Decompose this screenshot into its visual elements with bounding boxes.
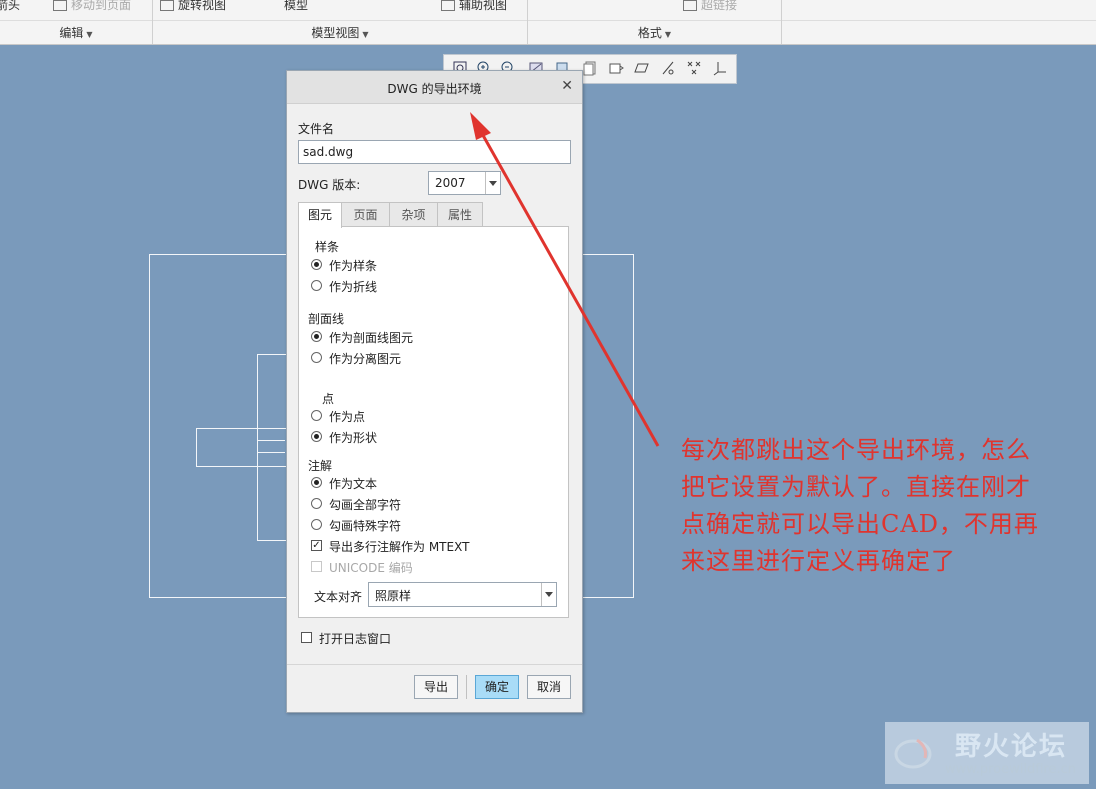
annotation-text: 每次都跳出这个导出环境，怎么 把它设置为默认了。直接在刚才 点确定就可以导出CA… (681, 432, 1096, 580)
checkmark-icon: ✓ (312, 540, 321, 551)
tab-properties[interactable]: 属性 (437, 202, 483, 227)
group-edit[interactable]: 编辑 ▼ (0, 21, 152, 45)
sheet-icon[interactable] (582, 60, 598, 76)
hyperlink-icon (683, 0, 697, 11)
chevron-down-icon: ▼ (362, 30, 369, 39)
spline-as-spline-label[interactable]: 作为样条 (329, 257, 377, 274)
arrow-button[interactable]: 箭头 (0, 0, 20, 13)
chevron-down-icon: ▼ (86, 30, 93, 39)
text-align-value: 照原样 (375, 589, 412, 603)
datum-plane-icon[interactable] (634, 60, 650, 76)
spline-as-polyline-label[interactable]: 作为折线 (329, 278, 377, 295)
ribbon-top-row: 箭头 移动到页面 旋转视图 模型 辅助视图 超链接 (0, 0, 1096, 18)
hatch-section-title: 剖面线 (308, 312, 345, 326)
annotation-line: 每次都跳出这个导出环境，怎么 (681, 436, 1031, 464)
open-log-checkbox[interactable] (301, 632, 312, 643)
annotation-line: 点确定就可以导出CAD，不用再 (681, 510, 1039, 538)
dialog-divider (287, 664, 582, 665)
dwg-version-value: 2007 (435, 176, 466, 190)
note-as-text-label[interactable]: 作为文本 (329, 475, 377, 492)
tab-misc[interactable]: 杂项 (389, 202, 438, 227)
csys-icon[interactable] (712, 60, 728, 76)
close-icon[interactable]: ✕ (561, 78, 573, 94)
button-divider (466, 675, 467, 699)
group-format[interactable]: 格式 ▼ (528, 21, 781, 45)
chevron-down-icon: ▼ (664, 30, 672, 39)
model-button[interactable]: 模型 (284, 0, 308, 13)
export-button[interactable]: 导出 (414, 675, 458, 699)
mtext-label[interactable]: 导出多行注解作为 MTEXT (329, 538, 469, 555)
move-icon (53, 0, 67, 11)
group-model-view[interactable]: 模型视图 ▼ (153, 21, 527, 45)
watermark-logo-icon (894, 738, 932, 769)
mtext-checkbox[interactable]: ✓ (311, 540, 322, 551)
drawing-line (257, 452, 285, 453)
chevron-down-icon (541, 583, 556, 606)
tab-panel-entities: 样条 作为样条 作为折线 剖面线 作为剖面线图元 作为分离图元 点 作为点 作为… (298, 226, 569, 618)
rotate-view-icon (160, 0, 174, 11)
watermark: 野火论坛 www.proewildfire.cn (885, 722, 1089, 784)
tab-page[interactable]: 页面 (341, 202, 390, 227)
unicode-checkbox (311, 561, 322, 572)
datum-point-icon[interactable] (686, 60, 702, 76)
hatch-as-entity-label[interactable]: 作为剖面线图元 (329, 329, 413, 346)
note-section-title: 注解 (308, 459, 333, 473)
hatch-as-entity-radio[interactable] (311, 331, 322, 342)
point-as-point-radio[interactable] (311, 410, 322, 421)
divider (781, 0, 782, 44)
hyperlink-button[interactable]: 超链接 (683, 0, 737, 13)
datum-axis-icon[interactable] (660, 60, 676, 76)
text-align-select[interactable]: 照原样 (368, 582, 557, 607)
ok-button[interactable]: 确定 (475, 675, 519, 699)
chevron-down-icon (485, 172, 500, 194)
move-to-page-button[interactable]: 移动到页面 (53, 0, 131, 13)
annotation-line: 把它设置为默认了。直接在刚才 (681, 473, 1031, 501)
note-stroke-special-radio[interactable] (311, 519, 322, 530)
auxiliary-view-button[interactable]: 辅助视图 (441, 0, 507, 13)
dwg-export-dialog: DWG 的导出环境 ✕ 文件名 sad.dwg DWG 版本: 2007 图元 … (286, 70, 583, 713)
point-section-title: 点 (322, 392, 335, 406)
dwg-version-label: DWG 版本: (298, 178, 361, 192)
point-as-shape-label[interactable]: 作为形状 (329, 429, 377, 446)
note-stroke-all-radio[interactable] (311, 498, 322, 509)
dwg-version-select[interactable]: 2007 (428, 171, 501, 195)
note-stroke-all-label[interactable]: 勾画全部字符 (329, 496, 401, 513)
divider (152, 0, 153, 44)
drawing-view (196, 428, 287, 467)
spline-section-title: 样条 (315, 240, 340, 254)
note-stroke-special-label[interactable]: 勾画特殊字符 (329, 517, 401, 534)
open-log-label[interactable]: 打开日志窗口 (319, 630, 391, 647)
tab-entities[interactable]: 图元 (298, 202, 342, 228)
point-as-shape-radio[interactable] (311, 431, 322, 442)
watermark-name: 野火论坛 (955, 732, 1068, 762)
annotation-line: 来这里进行定义再确定了 (681, 547, 956, 575)
view-manager-icon[interactable] (608, 60, 624, 76)
dialog-titlebar: DWG 的导出环境 ✕ (287, 71, 582, 104)
watermark-url: www.proewildfire.cn (945, 762, 1076, 777)
auxiliary-view-icon (441, 0, 455, 11)
rotate-view-button[interactable]: 旋转视图 (160, 0, 226, 13)
spline-as-spline-radio[interactable] (311, 259, 322, 270)
hatch-as-separate-label[interactable]: 作为分离图元 (329, 350, 401, 367)
dialog-title: DWG 的导出环境 (387, 82, 482, 96)
ribbon-groups: 编辑 ▼ 模型视图 ▼ 格式 ▼ (0, 20, 1096, 45)
hatch-as-separate-radio[interactable] (311, 352, 322, 363)
filename-input[interactable]: sad.dwg (298, 140, 571, 164)
unicode-label: UNICODE 编码 (329, 561, 413, 575)
text-align-label: 文本对齐 (314, 590, 363, 604)
divider (527, 0, 528, 44)
cancel-button[interactable]: 取消 (527, 675, 571, 699)
ribbon: 箭头 移动到页面 旋转视图 模型 辅助视图 超链接 编辑 ▼ 模型视图 ▼ 格式 ▼ (0, 0, 1096, 45)
note-as-text-radio[interactable] (311, 477, 322, 488)
spline-as-polyline-radio[interactable] (311, 280, 322, 291)
filename-label: 文件名 (298, 122, 335, 136)
drawing-line (257, 440, 285, 441)
point-as-point-label[interactable]: 作为点 (329, 408, 365, 425)
